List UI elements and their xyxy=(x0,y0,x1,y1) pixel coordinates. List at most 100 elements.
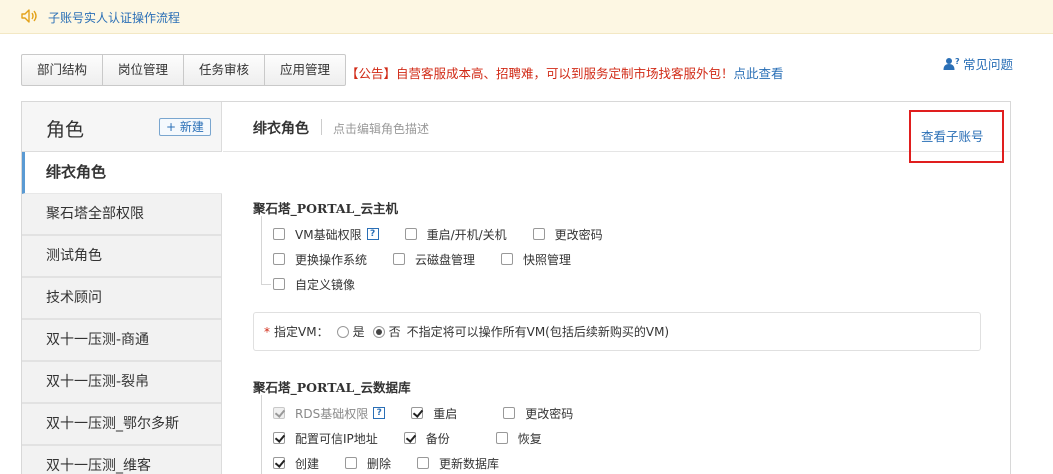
perm-label: VM基础权限 xyxy=(295,227,362,242)
highlight-box xyxy=(909,110,1004,163)
perm-change-os[interactable]: 更换操作系统 xyxy=(273,251,367,268)
vm-selector-box: * 指定VM： 是 否 不指定将可以操作所有VM(包括后续新购买的VM) xyxy=(253,312,981,351)
svg-text:?: ? xyxy=(955,57,960,66)
role-detail: 绯衣角色 点击编辑角色描述 查看子账号 聚石塔_PORTAL_云主机 VM基础权… xyxy=(223,102,1010,474)
perm-db-restart[interactable]: 重启 xyxy=(411,405,457,422)
tab-department[interactable]: 部门结构 xyxy=(22,55,104,85)
perm-cloud-disk[interactable]: 云磁盘管理 xyxy=(393,251,475,268)
checkbox[interactable] xyxy=(501,253,514,265)
checkbox[interactable] xyxy=(495,432,508,444)
vm-no-label: 否 xyxy=(388,325,401,339)
vm-no-radio[interactable] xyxy=(372,325,385,338)
checkbox[interactable] xyxy=(404,228,417,240)
tree-connector xyxy=(261,216,262,284)
perm-rds-basic[interactable]: RDS基础权限 ? xyxy=(273,405,386,422)
help-icon[interactable]: ? xyxy=(366,228,379,240)
role-sidebar: 角色 + 新建 绯衣角色 聚石塔全部权限 测试角色 技术顾问 双十一压测-商通 … xyxy=(22,102,222,474)
announcement: 【公告】自营客服成本高、招聘难，可以到服务定制市场找客服外包！点此查看 xyxy=(346,63,784,82)
speaker-icon xyxy=(21,9,37,23)
checkbox[interactable] xyxy=(411,407,424,419)
role-description-field[interactable]: 点击编辑角色描述 xyxy=(333,120,429,137)
perm-trusted-ip[interactable]: 配置可信IP地址 xyxy=(273,430,378,447)
role-item[interactable]: 双十一压测-裂帛 xyxy=(22,362,221,404)
perm-row: VM基础权限 ? 重启/开机/关机 更改密码 xyxy=(273,224,629,244)
tab-app-management[interactable]: 应用管理 xyxy=(265,55,345,85)
perm-label: 备份 xyxy=(425,431,450,446)
tree-connector xyxy=(261,395,262,474)
checkbox[interactable] xyxy=(273,253,285,265)
role-item[interactable]: 双十一压测_鄂尔多斯 xyxy=(22,404,221,446)
checkbox[interactable] xyxy=(417,457,430,469)
perm-row: 创建 删除 更新数据库 xyxy=(273,453,525,473)
required-mark: * xyxy=(264,324,270,339)
checkbox[interactable] xyxy=(273,278,285,290)
tree-connector xyxy=(261,284,271,285)
checkbox[interactable] xyxy=(273,228,285,240)
checkbox[interactable] xyxy=(273,407,285,419)
checkbox[interactable] xyxy=(532,228,545,240)
checkbox[interactable] xyxy=(393,253,406,265)
perm-row: RDS基础权限 ? 重启 更改密码 xyxy=(273,403,599,423)
vm-yes-radio[interactable] xyxy=(336,325,349,338)
role-item[interactable]: 双十一压测_维客 xyxy=(22,446,221,474)
checkbox[interactable] xyxy=(503,407,516,419)
perm-update-db[interactable]: 更新数据库 xyxy=(417,455,499,472)
checkbox[interactable] xyxy=(273,432,285,444)
tab-task-review[interactable]: 任务审核 xyxy=(184,55,266,85)
perm-label: RDS基础权限 xyxy=(295,406,369,421)
perm-label: 重启 xyxy=(433,406,458,421)
perm-label: 创建 xyxy=(295,456,320,471)
perm-row: 配置可信IP地址 备份 恢复 xyxy=(273,428,568,448)
perm-custom-image[interactable]: 自定义镜像 xyxy=(273,276,355,293)
role-item[interactable]: 绯衣角色 xyxy=(22,152,222,194)
perm-restart[interactable]: 重启/开机/关机 xyxy=(404,226,507,243)
perm-label: 自定义镜像 xyxy=(295,277,356,292)
new-role-button[interactable]: + 新建 xyxy=(159,118,211,136)
role-header: 绯衣角色 点击编辑角色描述 查看子账号 xyxy=(223,102,1010,163)
vm-yes-label: 是 xyxy=(352,325,365,339)
perm-backup[interactable]: 备份 xyxy=(403,430,450,447)
perm-vm-basic[interactable]: VM基础权限 ? xyxy=(273,226,379,243)
perm-label: 配置可信IP地址 xyxy=(295,431,378,446)
perm-row: 更换操作系统 云磁盘管理 快照管理 xyxy=(273,249,597,269)
perm-restore[interactable]: 恢复 xyxy=(495,430,542,447)
header-divider xyxy=(321,119,322,135)
role-item[interactable]: 双十一压测-商通 xyxy=(22,320,221,362)
perm-delete[interactable]: 删除 xyxy=(345,455,391,472)
faq-link[interactable]: ? 常见问题 xyxy=(943,54,1013,73)
role-name: 绯衣角色 xyxy=(253,121,309,137)
role-item[interactable]: 聚石塔全部权限 xyxy=(22,194,221,236)
perm-label: 更新数据库 xyxy=(439,456,500,471)
vm-label: 指定VM： xyxy=(274,325,329,339)
role-panel: 角色 + 新建 绯衣角色 聚石塔全部权限 测试角色 技术顾问 双十一压测-商通 … xyxy=(21,101,1011,474)
checkbox[interactable] xyxy=(345,457,358,469)
notice-link[interactable]: 子账号实人认证操作流程 xyxy=(48,9,180,26)
section-title-cloud-host: 聚石塔_PORTAL_云主机 xyxy=(253,201,399,216)
vm-note: 不指定将可以操作所有VM(包括后续新购买的VM) xyxy=(406,325,670,339)
user-help-icon: ? xyxy=(943,57,960,70)
perm-snapshot[interactable]: 快照管理 xyxy=(501,251,571,268)
sidebar-title: 角色 xyxy=(46,119,85,141)
perm-label: 云磁盘管理 xyxy=(415,252,476,267)
perm-row: 自定义镜像 xyxy=(273,274,381,294)
checkbox[interactable] xyxy=(273,457,285,469)
section-title-cloud-db: 聚石塔_PORTAL_云数据库 xyxy=(253,380,411,395)
perm-change-password[interactable]: 更改密码 xyxy=(532,226,603,243)
perm-create[interactable]: 创建 xyxy=(273,455,319,472)
perm-label: 删除 xyxy=(367,456,392,471)
role-item[interactable]: 技术顾问 xyxy=(22,278,221,320)
announcement-link[interactable]: 点此查看 xyxy=(734,66,784,81)
help-icon[interactable]: ? xyxy=(373,407,386,419)
tab-bar: 部门结构 岗位管理 任务审核 应用管理 xyxy=(21,54,347,86)
perm-db-change-password[interactable]: 更改密码 xyxy=(503,405,573,422)
announcement-text: 【公告】自营客服成本高、招聘难，可以到服务定制市场找客服外包！ xyxy=(346,66,734,81)
notice-bar: 子账号实人认证操作流程 xyxy=(0,0,1053,34)
perm-label: 更改密码 xyxy=(525,406,574,421)
tab-positions[interactable]: 岗位管理 xyxy=(103,55,185,85)
perm-label: 快照管理 xyxy=(523,252,572,267)
sidebar-header: 角色 + 新建 xyxy=(22,102,221,152)
perm-label: 重启/开机/关机 xyxy=(426,227,507,242)
perm-label: 恢复 xyxy=(517,431,542,446)
checkbox[interactable] xyxy=(403,432,416,444)
role-item[interactable]: 测试角色 xyxy=(22,236,221,278)
